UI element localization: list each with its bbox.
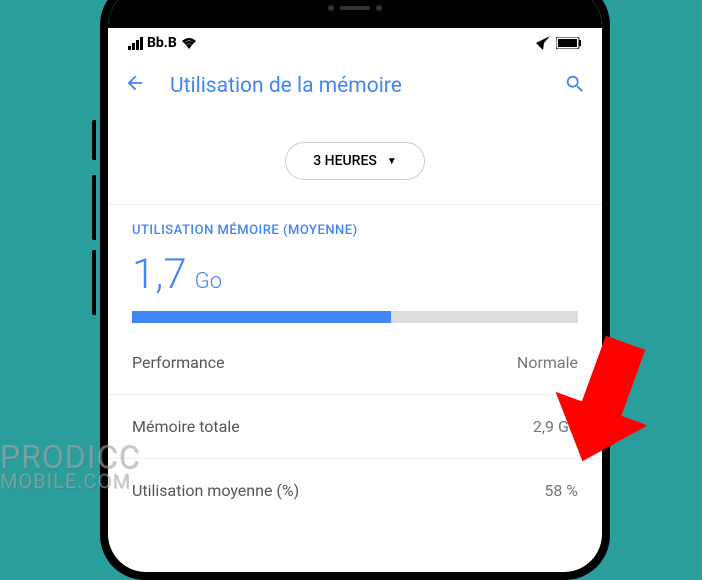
divider [108, 204, 602, 205]
search-icon [564, 73, 586, 95]
row-total-memory[interactable]: Mémoire totale 2,9 Go [132, 403, 578, 450]
carrier-label: Bb.B [147, 35, 177, 51]
status-bar: Bb.B [108, 28, 602, 58]
row-avg-usage[interactable]: Utilisation moyenne (%) 58 % [132, 467, 578, 514]
row-label: Mémoire totale [132, 417, 240, 436]
row-label: Performance [132, 353, 225, 372]
content-area: 3 HEURES ▼ UTILISATION MÉMOIRE (MOYENNE)… [108, 114, 602, 530]
page-title: Utilisation de la mémoire [170, 74, 540, 98]
battery-icon [556, 37, 582, 49]
phone-screen: Bb.B Utilisation de la mémoire 3 HEURES … [108, 0, 602, 572]
section-label: UTILISATION MÉMOIRE (MOYENNE) [132, 223, 578, 238]
search-button[interactable] [564, 73, 586, 99]
memory-usage-value: 1,7 Go [132, 250, 578, 299]
signal-icon [128, 37, 143, 50]
arrow-left-icon [124, 72, 146, 94]
notch [108, 0, 602, 28]
row-label: Utilisation moyenne (%) [132, 481, 299, 500]
wifi-icon [181, 37, 197, 49]
row-value: 58 % [544, 481, 578, 500]
time-range-dropdown[interactable]: 3 HEURES ▼ [285, 142, 425, 180]
location-icon [536, 36, 550, 50]
watermark-line2: MOBILE.COM [0, 472, 140, 490]
row-performance[interactable]: Performance Normale [132, 339, 578, 386]
memory-unit: Go [195, 269, 222, 294]
chevron-down-icon: ▼ [387, 156, 397, 167]
memory-number: 1,7 [132, 250, 187, 299]
watermark: PRODICC MOBILE.COM [0, 443, 140, 490]
memory-progress-bar [132, 311, 578, 323]
progress-fill [132, 311, 391, 323]
app-bar: Utilisation de la mémoire [108, 58, 602, 114]
phone-frame: Bb.B Utilisation de la mémoire 3 HEURES … [100, 0, 610, 580]
divider [108, 394, 602, 395]
back-button[interactable] [124, 72, 146, 100]
divider [108, 458, 602, 459]
dropdown-selected: 3 HEURES [313, 153, 377, 169]
